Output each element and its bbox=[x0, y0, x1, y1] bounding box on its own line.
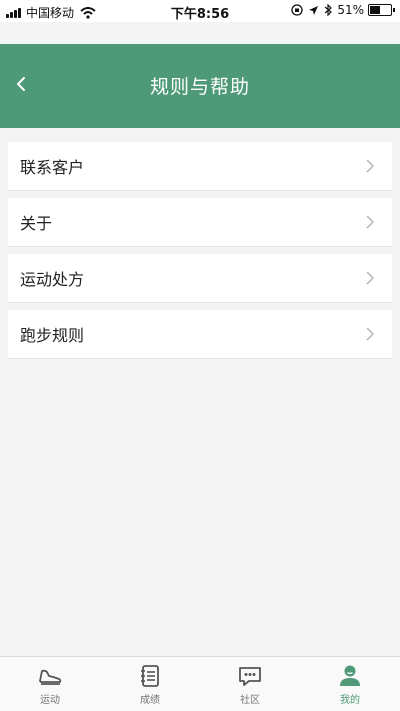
menu-item-about[interactable]: 关于 bbox=[8, 198, 392, 246]
menu-item-exercise-prescription[interactable]: 运动处方 bbox=[8, 254, 392, 302]
menu-list: 联系客户 关于 运动处方 跑步规则 bbox=[8, 142, 392, 366]
chevron-right-icon bbox=[366, 215, 374, 229]
tab-label: 我的 bbox=[340, 695, 360, 706]
tab-community[interactable]: 社区 bbox=[200, 657, 300, 711]
tab-scores[interactable]: 成绩 bbox=[100, 657, 200, 711]
menu-item-running-rules[interactable]: 跑步规则 bbox=[8, 310, 392, 358]
status-bar: 中国移动 下午8:56 51% bbox=[0, 0, 400, 22]
menu-item-label: 关于 bbox=[20, 214, 53, 233]
menu-item-contact[interactable]: 联系客户 bbox=[8, 142, 392, 190]
orientation-lock-icon bbox=[291, 4, 303, 16]
tab-sport[interactable]: 运动 bbox=[0, 657, 100, 711]
menu-item-label: 联系客户 bbox=[20, 158, 85, 177]
tab-label: 成绩 bbox=[140, 695, 160, 706]
battery-fill bbox=[370, 6, 381, 14]
chat-bubble-icon bbox=[239, 667, 261, 686]
tab-label: 运动 bbox=[40, 695, 60, 706]
tab-label: 社区 bbox=[240, 695, 260, 706]
chevron-right-icon bbox=[366, 271, 374, 285]
tab-mine[interactable]: 我的 bbox=[300, 657, 400, 711]
location-icon bbox=[309, 5, 319, 15]
chevron-right-icon bbox=[366, 159, 374, 173]
nav-header: 规则与帮助 bbox=[0, 44, 400, 128]
tab-bar: 运动 成绩 社区 我的 bbox=[0, 656, 400, 711]
bluetooth-icon bbox=[324, 4, 333, 16]
page-title: 规则与帮助 bbox=[149, 76, 250, 98]
status-right: 51% bbox=[291, 3, 395, 17]
battery-percent: 51% bbox=[337, 3, 364, 17]
user-icon bbox=[340, 665, 360, 686]
menu-item-label: 运动处方 bbox=[20, 270, 85, 289]
notebook-icon bbox=[141, 665, 159, 687]
menu-item-label: 跑步规则 bbox=[20, 326, 85, 345]
sneaker-icon bbox=[39, 669, 62, 685]
battery-icon bbox=[368, 4, 395, 16]
chevron-right-icon bbox=[366, 327, 374, 341]
